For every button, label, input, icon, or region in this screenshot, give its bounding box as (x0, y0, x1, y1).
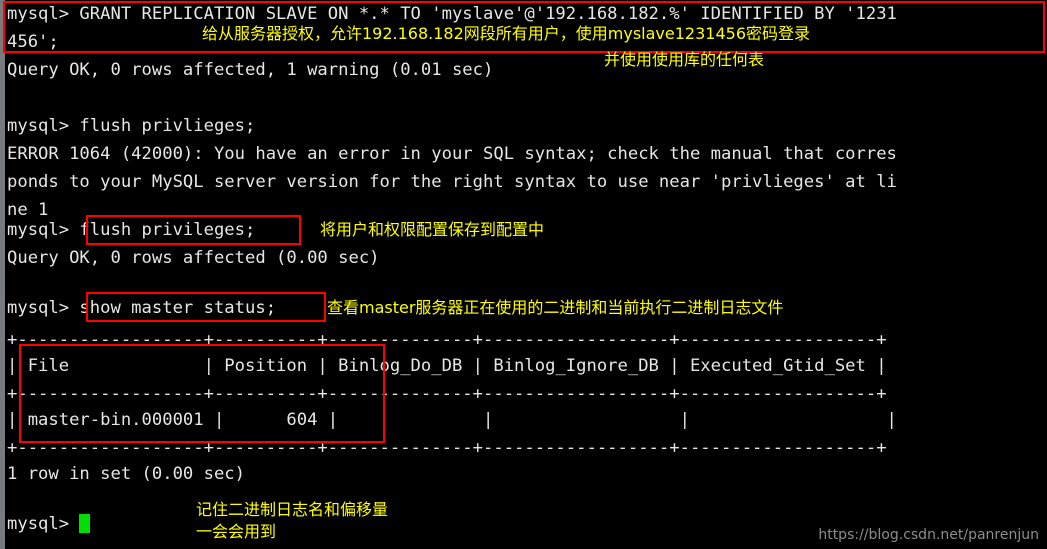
terminal-line: Query OK, 0 rows affected, 1 warning (0.… (7, 60, 494, 80)
terminal-line: mysql> (7, 514, 70, 534)
watermark: https://blog.csdn.net/panrenjun (818, 527, 1039, 543)
terminal-line: mysql> show master status; (7, 298, 277, 318)
terminal-line: +------------------+----------+---------… (7, 330, 887, 350)
terminal-line: ERROR 1064 (42000): You have an error in… (7, 144, 897, 164)
annotation-grant-line1: 给从服务器授权，允许192.168.182网段所有用户，使用myslave123… (202, 24, 811, 43)
terminal-line: mysql> flush privileges; (7, 220, 256, 240)
annotation-grant-line2: 并使用使用库的任何表 (604, 50, 765, 69)
terminal-line: | File | Position | Binlog_Do_DB | Binlo… (7, 356, 887, 376)
annotation-flush-privileges: 将用户和权限配置保存到配置中 (320, 220, 545, 239)
annotation-remember-line1: 记住二进制日志名和偏移量 (196, 500, 389, 519)
terminal-line: 456'; (7, 32, 59, 52)
terminal-line: +------------------+----------+---------… (7, 384, 887, 404)
terminal-line: mysql> GRANT REPLICATION SLAVE ON *.* TO… (7, 4, 897, 24)
terminal-line: Query OK, 0 rows affected (0.00 sec) (7, 248, 380, 268)
terminal-line: ne 1 (7, 200, 49, 220)
terminal-line: mysql> flush privlieges; (7, 116, 256, 136)
terminal-window[interactable]: mysql> GRANT REPLICATION SLAVE ON *.* TO… (0, 0, 1047, 549)
terminal-line: | master-bin.000001 | 604 | | | | (7, 410, 897, 430)
terminal-line: +------------------+----------+---------… (7, 438, 887, 458)
window-left-edge (0, 0, 5, 549)
annotation-remember-line2: 一会会用到 (196, 522, 277, 541)
text-cursor (79, 514, 90, 533)
terminal-line: ponds to your MySQL server version for t… (7, 172, 897, 192)
terminal-line: 1 row in set (0.00 sec) (7, 464, 245, 484)
annotation-show-master-status: 查看master服务器正在使用的二进制和当前执行二进制日志文件 (327, 298, 784, 317)
